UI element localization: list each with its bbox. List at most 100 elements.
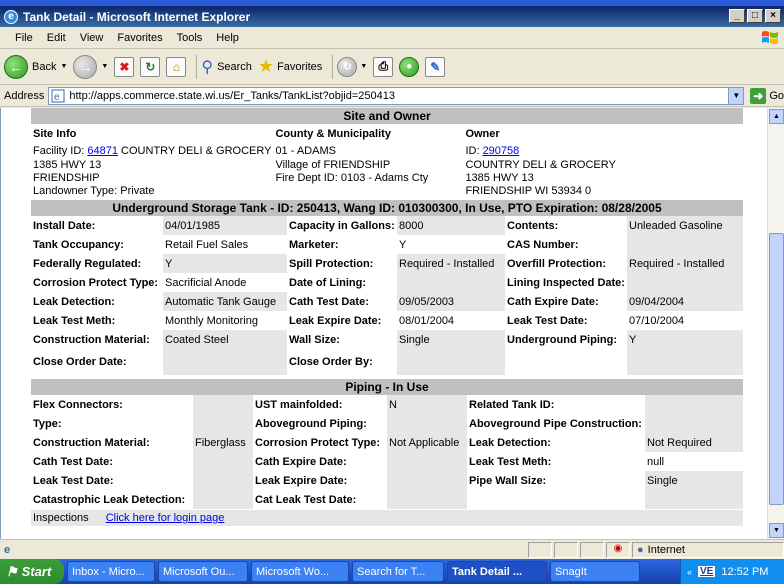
scroll-down-icon[interactable]: ▼ [769,523,784,538]
task-inbox-label: Inbox - Micro... [72,565,145,578]
menu-tools[interactable]: Tools [170,32,210,44]
tank-header: Underground Storage Tank - ID: 250413, W… [31,200,743,216]
go-button[interactable]: ➜ Go [750,87,784,104]
field-value: Y [163,254,287,273]
menu-favorites[interactable]: Favorites [110,32,169,44]
field-label: Cath Expire Date: [255,455,347,468]
field-label: Close Order By: [289,356,373,368]
owner-city: FRIENDSHIP WI 53934 0 [465,185,592,197]
table-row: Federally Regulated: Y Spill Protection: Re… [31,254,743,273]
menu-file[interactable]: File [8,32,40,44]
owner-name: COUNTRY DELI & GROCERY [465,158,616,171]
toolbar-separator [196,54,198,79]
field-value [163,349,287,375]
tray-ve-icon[interactable]: VE [698,566,716,577]
field-label: Lining Inspected Date: [507,276,625,289]
menu-view[interactable]: View [73,32,111,44]
chevron-down-icon: ▼ [360,63,368,70]
scroll-thumb[interactable] [769,233,784,505]
back-button[interactable]: ← Back ▼ [4,54,68,79]
scroll-up-icon[interactable]: ▲ [769,109,784,124]
task-search[interactable]: Search for T... [352,561,444,582]
toolbar: ← Back ▼ → ▼ ✖ ↻ ⌂ ⚲ Search ★ Favorites … [0,49,784,85]
minimize-button[interactable]: _ [729,9,745,23]
field-value: Fiberglass [193,433,253,452]
inspections-row: Inspections Click here for login page [31,510,743,526]
field-label: Corrosion Protect Type: [255,436,381,449]
globe-icon: ● [637,543,644,556]
home-icon: ⌂ [166,56,187,77]
maximize-button[interactable]: □ [747,9,763,23]
stop-button[interactable]: ✖ [114,56,135,77]
task-tank-detail[interactable]: Tank Detail ... [447,561,547,582]
search-button[interactable]: ⚲ Search [201,57,252,77]
windows-logo-icon [762,31,778,44]
table-row: Leak Detection: Automatic Tank Gauge Cath … [31,292,743,311]
edit-button[interactable]: ✎ [425,56,446,77]
task-outlook[interactable]: Microsoft Ou... [158,561,248,582]
field-value: Unleaded Gasoline [627,216,743,235]
address-label: Address [4,89,45,102]
window-title: Tank Detail - Microsoft Internet Explore… [23,9,251,24]
history-icon: ↻ [337,56,358,77]
media-button[interactable]: ● [399,56,420,77]
system-tray: « VE 12:52 PM [680,559,784,584]
field-label: Cath Test Date: [289,295,369,308]
site-address: 1385 HWY 13 [33,158,102,171]
table-row: Catastrophic Leak Detection: Cat Leak Tes… [31,490,743,509]
field-label: Contents: [507,219,559,232]
close-button[interactable]: × [765,9,781,23]
menu-edit[interactable]: Edit [40,32,73,44]
task-search-label: Search for T... [357,565,426,578]
field-label: Type: [33,417,62,430]
field-label: Catastrophic Leak Detection: [33,493,186,506]
field-label: Leak Expire Date: [289,314,382,327]
table-row: Leak Test Date: Leak Expire Date: Pipe Wal… [31,471,743,490]
facility-id-link[interactable]: 64871 [87,145,118,157]
address-input[interactable]: e http://apps.commerce.state.wi.us/Er_Ta… [48,86,745,105]
field-value [627,273,743,292]
facility-prefix: Facility ID: [33,144,88,157]
favorites-button[interactable]: ★ Favorites [258,56,322,77]
menu-help[interactable]: Help [209,32,246,44]
refresh-button[interactable]: ↻ [140,56,161,77]
task-outlook-label: Microsoft Ou... [163,565,235,578]
owner-address: 1385 HWY 13 [465,171,534,184]
task-snagit[interactable]: SnagIt [550,561,640,582]
tank-detail-page: Site and Owner Site Info County & Munici… [31,108,743,526]
owner-heading: Owner [465,127,500,140]
inspections-label: Inspections [33,512,89,524]
field-value [627,349,743,375]
field-value: 8000 [397,216,505,235]
ie-icon: e [4,9,18,24]
table-row: Type: Aboveground Piping: Aboveground Pipe… [31,414,743,433]
field-label: Construction Material: [33,436,150,449]
tray-expand-icon[interactable]: « [687,567,692,577]
status-bar: e ◉ ● Internet [0,539,784,559]
vertical-scrollbar[interactable]: ▲ ▼ [767,108,784,539]
start-label: Start [21,564,52,579]
field-label: Tank Occupancy: [33,238,124,251]
facility-name: COUNTRY DELI & GROCERY [118,144,272,157]
page-done-icon: e [4,543,11,556]
task-inbox[interactable]: Inbox - Micro... [67,561,155,582]
forward-button[interactable]: → ▼ [73,54,108,79]
field-label: UST mainfolded: [255,398,343,411]
field-value [645,395,743,414]
address-dropdown-icon[interactable]: ▼ [728,87,744,104]
chevron-down-icon: ▼ [60,63,68,70]
home-button[interactable]: ⌂ [166,56,187,77]
start-button[interactable]: ⚑ Start [0,559,64,584]
status-cell [554,541,578,558]
zone-label: Internet [647,543,685,556]
owner-id-link[interactable]: 290758 [483,145,520,157]
history-button[interactable]: ↻ ▼ [337,56,368,77]
table-row: Corrosion Protect Type: Sacrificial Anode… [31,273,743,292]
media-icon: ● [399,56,420,77]
table-row: Flex Connectors: UST mainfolded: N Related … [31,395,743,414]
table-row: Construction Material: Coated Steel Wall S… [31,330,743,349]
print-button[interactable]: ⎙ [373,56,394,77]
task-word[interactable]: Microsoft Wo... [251,561,349,582]
field-value: 09/04/2004 [627,292,743,311]
login-page-link[interactable]: Click here for login page [106,512,225,524]
